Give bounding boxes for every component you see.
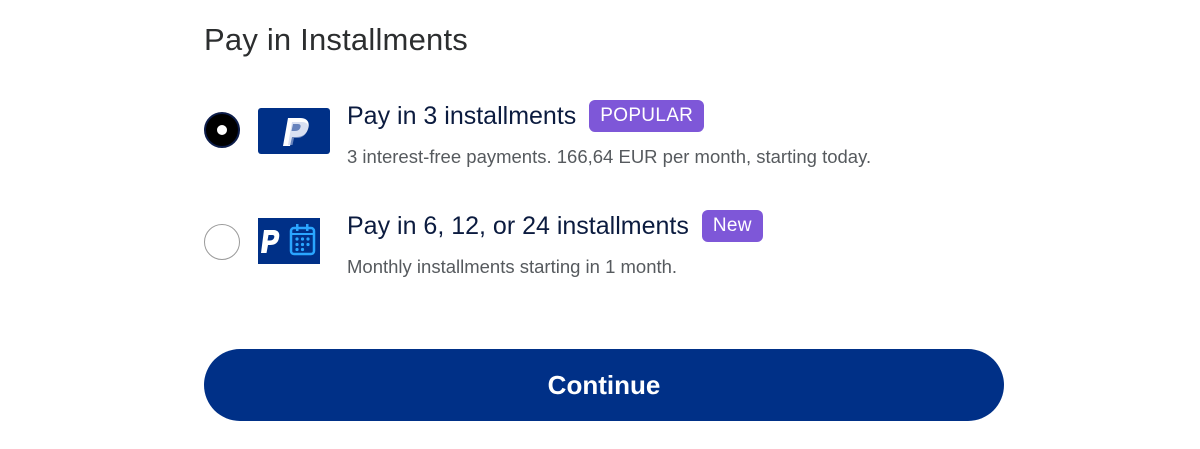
- option-description: 3 interest-free payments. 166,64 EUR per…: [347, 146, 872, 167]
- option-pay-in-6-12-24[interactable]: Pay in 6, 12, or 24 installments New Mon…: [204, 206, 1004, 286]
- option-pay-in-3[interactable]: Pay in 3 installments POPULAR 3 interest…: [204, 96, 1004, 176]
- paypal-calendar-icon: [258, 218, 320, 264]
- option-description: Monthly installments starting in 1 month…: [347, 256, 678, 277]
- option-title: Pay in 3 installments: [347, 101, 577, 130]
- installments-page: Pay in Installments Pay in 3 installment…: [0, 0, 1200, 449]
- option-title-row: Pay in 6, 12, or 24 installments New: [347, 206, 763, 246]
- section-heading: Pay in Installments: [204, 22, 468, 57]
- radio-unselected[interactable]: [204, 224, 240, 260]
- new-badge: New: [701, 210, 763, 242]
- continue-button[interactable]: Continue: [204, 349, 1004, 421]
- radio-selected[interactable]: [204, 112, 240, 148]
- paypal-logo-icon: [258, 108, 330, 154]
- popular-badge: POPULAR: [589, 100, 705, 132]
- option-title: Pay in 6, 12, or 24 installments: [347, 211, 689, 240]
- option-title-row: Pay in 3 installments POPULAR: [347, 96, 705, 136]
